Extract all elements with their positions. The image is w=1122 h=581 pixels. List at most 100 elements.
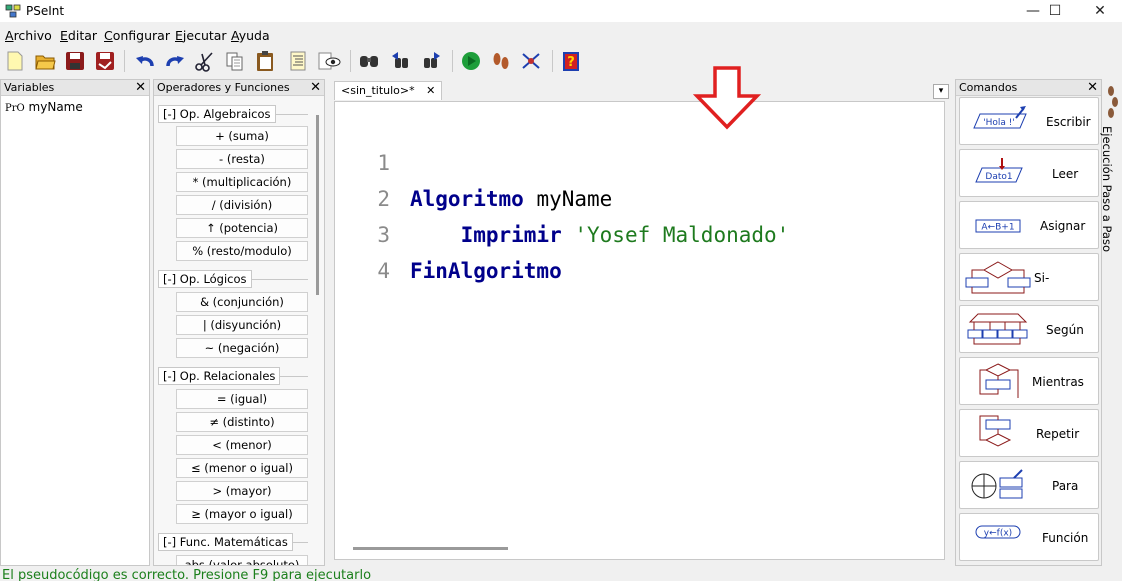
title-bar: PSeInt — ☐ ✕ [0,0,1122,22]
command-funcion-button[interactable]: y←f(x) Función [959,513,1099,561]
menu-configurar-label: onfigurar [112,28,170,43]
command-asignar-button[interactable]: A←B+1 Asignar [959,201,1099,249]
operators-scrollbar[interactable] [316,115,319,295]
code-line: 2 Imprimir 'Yosef Maldonado' [335,145,944,247]
preview-icon[interactable] [316,48,342,74]
op-button[interactable]: - (resta) [176,149,308,169]
undo-icon[interactable] [132,48,158,74]
group-logicos[interactable]: [-] Op. Lógicos [158,270,252,288]
variables-panel-title: Variables [4,81,55,94]
command-repetir-button[interactable]: Repetir [959,409,1099,457]
for-icon [971,469,1023,499]
menu-configurar[interactable]: Configurar [104,28,170,43]
command-si-entonces-button[interactable]: Si-Entonces [959,253,1099,333]
menu-ayuda[interactable]: Ayuda [231,28,270,43]
menu-archivo[interactable]: Archivo [5,28,52,43]
step-by-step-tab[interactable]: Ejecución Paso a Paso [1100,82,1122,262]
close-button[interactable]: ✕ [1077,0,1122,22]
read-icon-text: Dato1 [985,172,1012,182]
save-as-icon[interactable] [92,48,118,74]
menu-configurar-mnemonic: C [104,28,113,43]
variables-panel-header: Variables ✕ [1,80,149,96]
op-button[interactable]: & (conjunción) [176,292,308,312]
op-button[interactable]: ≤ (menor o igual) [176,458,308,478]
format-icon[interactable] [286,48,312,74]
arrow-down-icon [693,66,761,130]
variable-item[interactable]: PrO myName [5,100,83,114]
search-prev-icon[interactable] [388,48,414,74]
run-icon[interactable] [458,48,484,74]
code-line: 1 Algoritmo myName [335,109,944,211]
if-icon [965,261,1031,294]
debug-icon[interactable] [518,48,544,74]
menu-archivo-label: rchivo [13,28,52,43]
copy-icon[interactable] [222,48,248,74]
command-segun-button[interactable]: Según [959,305,1099,353]
search-icon[interactable] [356,48,382,74]
op-button[interactable]: * (multiplicación) [176,172,308,192]
op-button[interactable]: abs (valor absoluto) [176,555,308,565]
code-editor[interactable]: 1 Algoritmo myName 2 Imprimir 'Yosef Mal… [334,101,945,560]
tab-close-icon[interactable]: ✕ [426,84,435,97]
op-button[interactable]: | (disyunción) [176,315,308,335]
command-para-button[interactable]: Para [959,461,1099,509]
editor-tab-bar: <sin_titulo>* ✕ ▾ [330,79,950,101]
search-next-icon[interactable] [418,48,444,74]
open-folder-icon[interactable] [32,48,58,74]
op-button[interactable]: > (mayor) [176,481,308,501]
command-leer-button[interactable]: Dato1 Leer [959,149,1099,197]
collapse-toggle[interactable]: [-] [163,369,176,383]
group-relacionales[interactable]: [-] Op. Relacionales [158,367,281,385]
status-message: El pseudocódigo es correcto. Presione F9… [2,568,372,581]
command-mientras-button[interactable]: Mientras [959,357,1099,405]
command-label: Función [1042,531,1089,545]
read-icon: Dato1 [975,158,1023,183]
horizontal-scrollbar[interactable] [353,547,508,550]
close-icon[interactable]: ✕ [135,80,146,95]
tab-sin-titulo[interactable]: <sin_titulo>* ✕ [334,81,443,100]
step-by-step-label: Ejecución Paso a Paso [1100,126,1114,252]
chevron-down-icon[interactable]: ▾ [933,84,949,99]
menu-ejecutar[interactable]: Ejecutar [175,28,227,43]
menu-editar[interactable]: Editar [60,28,97,43]
svg-text:?: ? [567,55,575,70]
maximize-button[interactable]: ☐ [1032,0,1078,22]
op-button[interactable]: = (igual) [176,389,308,409]
operators-panel: Operadores y Funciones ✕ [-] Op. Algebra… [153,79,325,566]
cut-icon[interactable] [192,48,218,74]
help-icon[interactable]: ? [558,48,584,74]
op-button[interactable]: ↑ (potencia) [176,218,308,238]
switch-icon [967,313,1028,345]
op-button[interactable]: < (menor) [176,435,308,455]
menu-ejecutar-label: jecutar [182,28,227,43]
op-button[interactable]: ≠ (distinto) [176,412,308,432]
op-button[interactable]: % (resto/modulo) [176,241,308,261]
write-icon: 'Hola !' [973,106,1027,129]
operators-panel-title: Operadores y Funciones [157,81,290,94]
group-matematicas[interactable]: [-] Func. Matemáticas [158,533,293,551]
code-line: 4 [335,217,944,283]
group-label: Op. Algebraicos [179,107,271,121]
command-escribir-button[interactable]: 'Hola !' Escribir [959,97,1099,145]
group-algebraicos[interactable]: [-] Op. Algebraicos [158,105,276,123]
step-icon[interactable] [488,48,514,74]
op-button[interactable]: + (suma) [176,126,308,146]
menu-ayuda-mnemonic: A [231,28,239,43]
close-icon[interactable]: ✕ [310,80,321,95]
paste-icon[interactable] [252,48,278,74]
write-icon-text: 'Hola !' [983,118,1015,128]
op-button[interactable]: ≥ (mayor o igual) [176,504,308,524]
collapse-toggle[interactable]: [-] [163,535,176,549]
variable-type-icon: PrO [5,103,25,114]
save-icon[interactable] [62,48,88,74]
collapse-toggle[interactable]: [-] [163,272,176,286]
menu-ejecutar-mnemonic: E [175,28,183,43]
new-file-icon[interactable] [2,48,28,74]
collapse-toggle[interactable]: [-] [163,107,176,121]
window-title: PSeInt [26,4,65,18]
redo-icon[interactable] [162,48,188,74]
op-button[interactable]: ~ (negación) [176,338,308,358]
op-button[interactable]: / (división) [176,195,308,215]
close-icon[interactable]: ✕ [1087,80,1098,95]
variables-panel: Variables ✕ PrO myName [0,79,150,566]
